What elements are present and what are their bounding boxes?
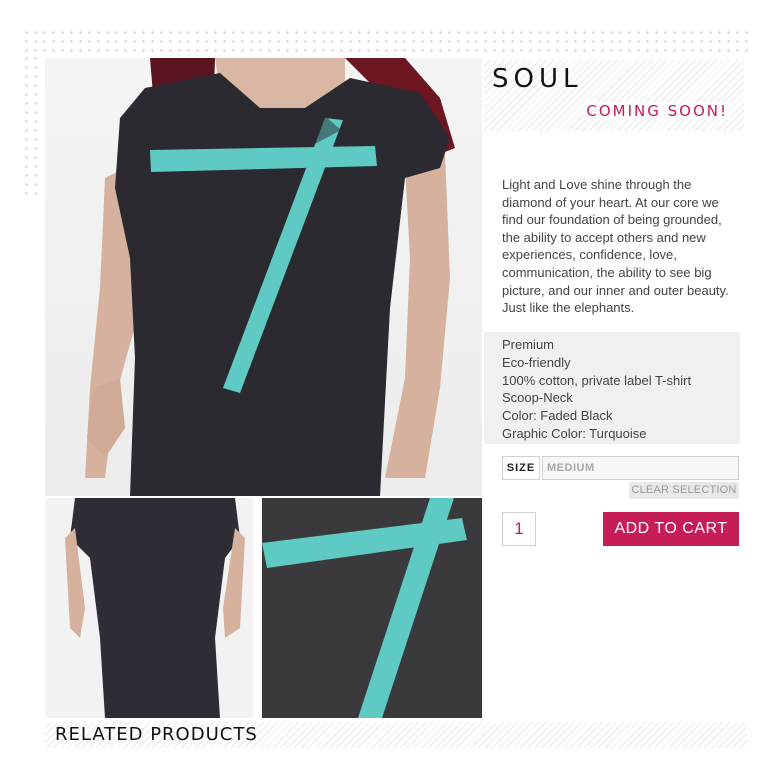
size-select[interactable]: MEDIUM	[542, 456, 739, 480]
product-description: Light and Love shine through the diamond…	[502, 177, 729, 316]
related-products-title: RELATED PRODUCTS	[55, 724, 258, 745]
main-product-image[interactable]	[45, 58, 482, 496]
back-view-thumbnail[interactable]	[45, 498, 253, 718]
size-label: SIZE	[502, 456, 540, 480]
feature-item: Premium	[502, 337, 555, 352]
coming-soon-badge: COMING SOON!	[584, 102, 730, 120]
product-title: SOUL	[492, 64, 583, 94]
dotted-border-top	[22, 28, 750, 54]
feature-item: Eco-friendly	[502, 354, 571, 370]
feature-item: Color: Faded Black	[502, 408, 613, 424]
product-features: Premium Eco-friendly 100% cotton, privat…	[484, 332, 740, 444]
dotted-border-left	[22, 54, 42, 196]
clear-selection-button[interactable]: CLEAR SELECTION	[629, 482, 739, 499]
quantity-input[interactable]: 1	[502, 512, 536, 546]
feature-item: 100% cotton, private label T-shirt	[502, 372, 692, 388]
product-title-box: SOUL COMING SOON!	[484, 60, 744, 131]
related-products-header: RELATED PRODUCTS	[45, 722, 747, 748]
feature-item: Graphic Color: Turquoise	[502, 425, 647, 441]
add-to-cart-button[interactable]: ADD TO CART	[603, 512, 739, 546]
graphic-detail-thumbnail[interactable]	[262, 498, 482, 718]
feature-item: Scoop-Neck	[502, 390, 573, 406]
